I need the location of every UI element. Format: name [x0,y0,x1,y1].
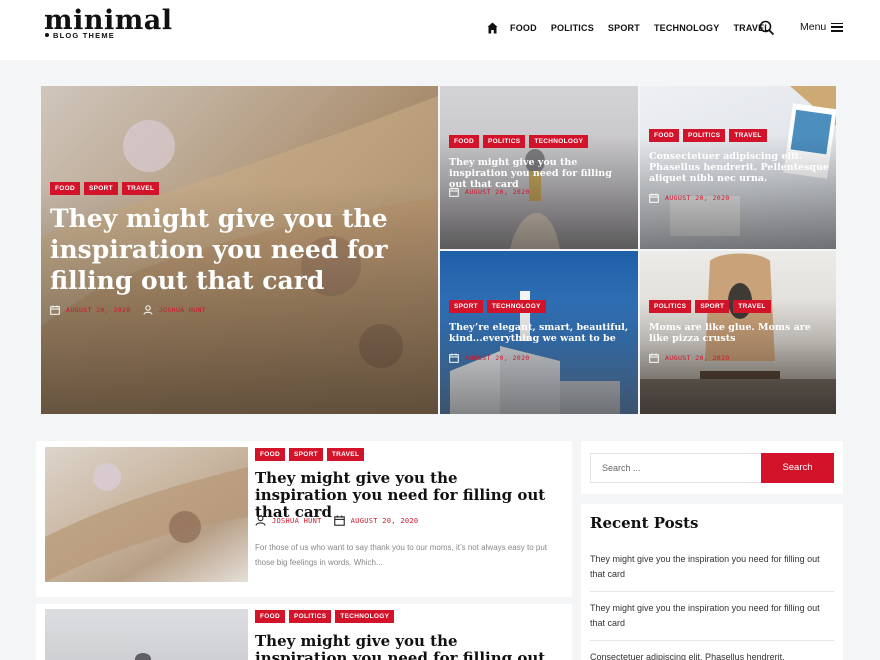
recent-post-link[interactable]: They might give you the inspiration you … [590,552,834,582]
hamburger-icon [831,22,844,32]
category-tag[interactable]: SPORT [83,182,118,195]
category-tag[interactable]: TRAVEL [326,448,365,461]
recent-posts-title: Recent Posts [590,514,699,532]
post-title[interactable]: They might give you the inspiration you … [255,633,555,660]
category-tags: FOOD SPORT TRAVEL [255,448,368,461]
post-date[interactable]: AUGUST 20, 2020 [465,354,530,362]
tile-title[interactable]: They might give you the inspiration you … [449,157,629,190]
tile-title[interactable]: Consectetuer adipiscing elit. Phasellus … [649,151,831,184]
post-meta: AUGUST 20, 2020 [449,353,530,363]
calendar-icon [649,353,659,363]
category-tag[interactable]: POLITICS [649,300,692,313]
nav-item-politics[interactable]: POLITICS [551,23,594,33]
hero-tile-post[interactable]: SPORT TECHNOLOGY They’re elegant, smart,… [440,251,638,414]
category-tags: POLITICS SPORT TRAVEL [649,300,775,313]
post-author[interactable]: JOSHUA HUNT [159,306,206,314]
search-button[interactable]: Search [761,453,834,483]
hero-main-post[interactable]: FOOD SPORT TRAVEL They might give you th… [41,86,438,414]
menu-label: Menu [800,21,827,33]
main-nav: FOOD POLITICS SPORT TECHNOLOGY TRAVEL [487,20,784,36]
category-tag[interactable]: SPORT [288,448,323,461]
category-tag[interactable]: FOOD [50,182,80,195]
post-meta: AUGUST 20, 2020 JOSHUA HUNT [50,305,206,315]
post-thumbnail[interactable] [45,447,248,582]
category-tag[interactable]: FOOD [255,610,285,623]
hero-title[interactable]: They might give you the inspiration you … [50,203,400,296]
category-tags: FOOD POLITICS TECHNOLOGY [255,610,398,623]
category-tag[interactable]: POLITICS [682,129,726,142]
category-tag[interactable]: TECHNOLOGY [486,300,546,313]
tagline-dot [45,33,49,38]
category-tag[interactable]: FOOD [649,129,679,142]
category-tags: SPORT TECHNOLOGY [449,300,550,313]
site-logo[interactable]: minimal BLOG THEME [44,6,173,41]
hero-tile-post[interactable]: POLITICS SPORT TRAVEL Moms are like glue… [640,251,836,414]
user-icon [143,305,153,315]
divider [590,591,834,592]
post-title[interactable]: They might give you the inspiration you … [255,470,555,521]
post-card: FOOD POLITICS TECHNOLOGY They might give… [36,604,572,660]
post-date[interactable]: AUGUST 20, 2020 [465,188,530,196]
calendar-icon [649,193,659,203]
home-icon[interactable] [487,22,498,34]
menu-button[interactable]: Menu [800,21,844,33]
category-tag[interactable]: POLITICS [288,610,332,623]
category-tag[interactable]: TECHNOLOGY [335,610,395,623]
hero-tile-post[interactable]: FOOD POLITICS TRAVEL Consectetuer adipis… [640,86,836,249]
divider [590,640,834,641]
tile-title[interactable]: Moms are like glue. Moms are like pizza … [649,322,831,344]
search-icon[interactable] [759,20,775,36]
nav-item-food[interactable]: FOOD [510,23,537,33]
category-tags: FOOD POLITICS TRAVEL [649,129,771,142]
tile-title[interactable]: They’re elegant, smart, beautiful, kind.… [449,322,633,344]
category-tag[interactable]: FOOD [255,448,285,461]
post-meta: AUGUST 20, 2020 [449,187,530,197]
post-date[interactable]: AUGUST 20, 2020 [66,306,131,314]
user-icon [255,515,266,526]
tagline-text: BLOG THEME [53,31,115,40]
calendar-icon [449,353,459,363]
calendar-icon [50,305,60,315]
category-tag[interactable]: TRAVEL [733,300,771,313]
calendar-icon [333,515,345,526]
category-tags: FOOD POLITICS TECHNOLOGY [449,135,592,148]
post-meta: AUGUST 20, 2020 [649,353,730,363]
post-card: FOOD SPORT TRAVEL They might give you th… [36,441,572,597]
nav-item-technology[interactable]: TECHNOLOGY [654,23,720,33]
recent-post-link[interactable]: They might give you the inspiration you … [590,601,834,631]
site-header: minimal BLOG THEME FOOD POLITICS SPORT T… [0,0,880,60]
post-meta: AUGUST 20, 2020 [649,193,730,203]
post-author[interactable]: JOSHUA HUNT [272,517,322,525]
recent-post-link[interactable]: Consectetuer adipiscing elit. Phasellus … [590,650,834,660]
post-date[interactable]: AUGUST 20, 2020 [665,354,730,362]
category-tag[interactable]: SPORT [695,300,730,313]
nav-item-sport[interactable]: SPORT [608,23,640,33]
category-tag[interactable]: TRAVEL [729,129,767,142]
search-input[interactable]: Search ... [590,453,762,483]
calendar-icon [449,187,459,197]
hero-tile-post[interactable]: FOOD POLITICS TECHNOLOGY They might give… [440,86,638,249]
post-thumbnail[interactable] [45,609,248,660]
post-meta: JOSHUA HUNT AUGUST 20, 2020 [255,515,418,526]
category-tag[interactable]: TECHNOLOGY [529,135,589,148]
category-tag[interactable]: TRAVEL [121,182,160,195]
category-tag[interactable]: POLITICS [482,135,526,148]
post-excerpt: For those of us who want to say thank yo… [255,543,547,567]
category-tags: FOOD SPORT TRAVEL [50,182,163,195]
category-tag[interactable]: FOOD [449,135,479,148]
category-tag[interactable]: SPORT [449,300,483,313]
post-date[interactable]: AUGUST 20, 2020 [351,517,419,525]
logo-tagline: BLOG THEME [45,31,115,40]
post-date[interactable]: AUGUST 20, 2020 [665,194,730,202]
